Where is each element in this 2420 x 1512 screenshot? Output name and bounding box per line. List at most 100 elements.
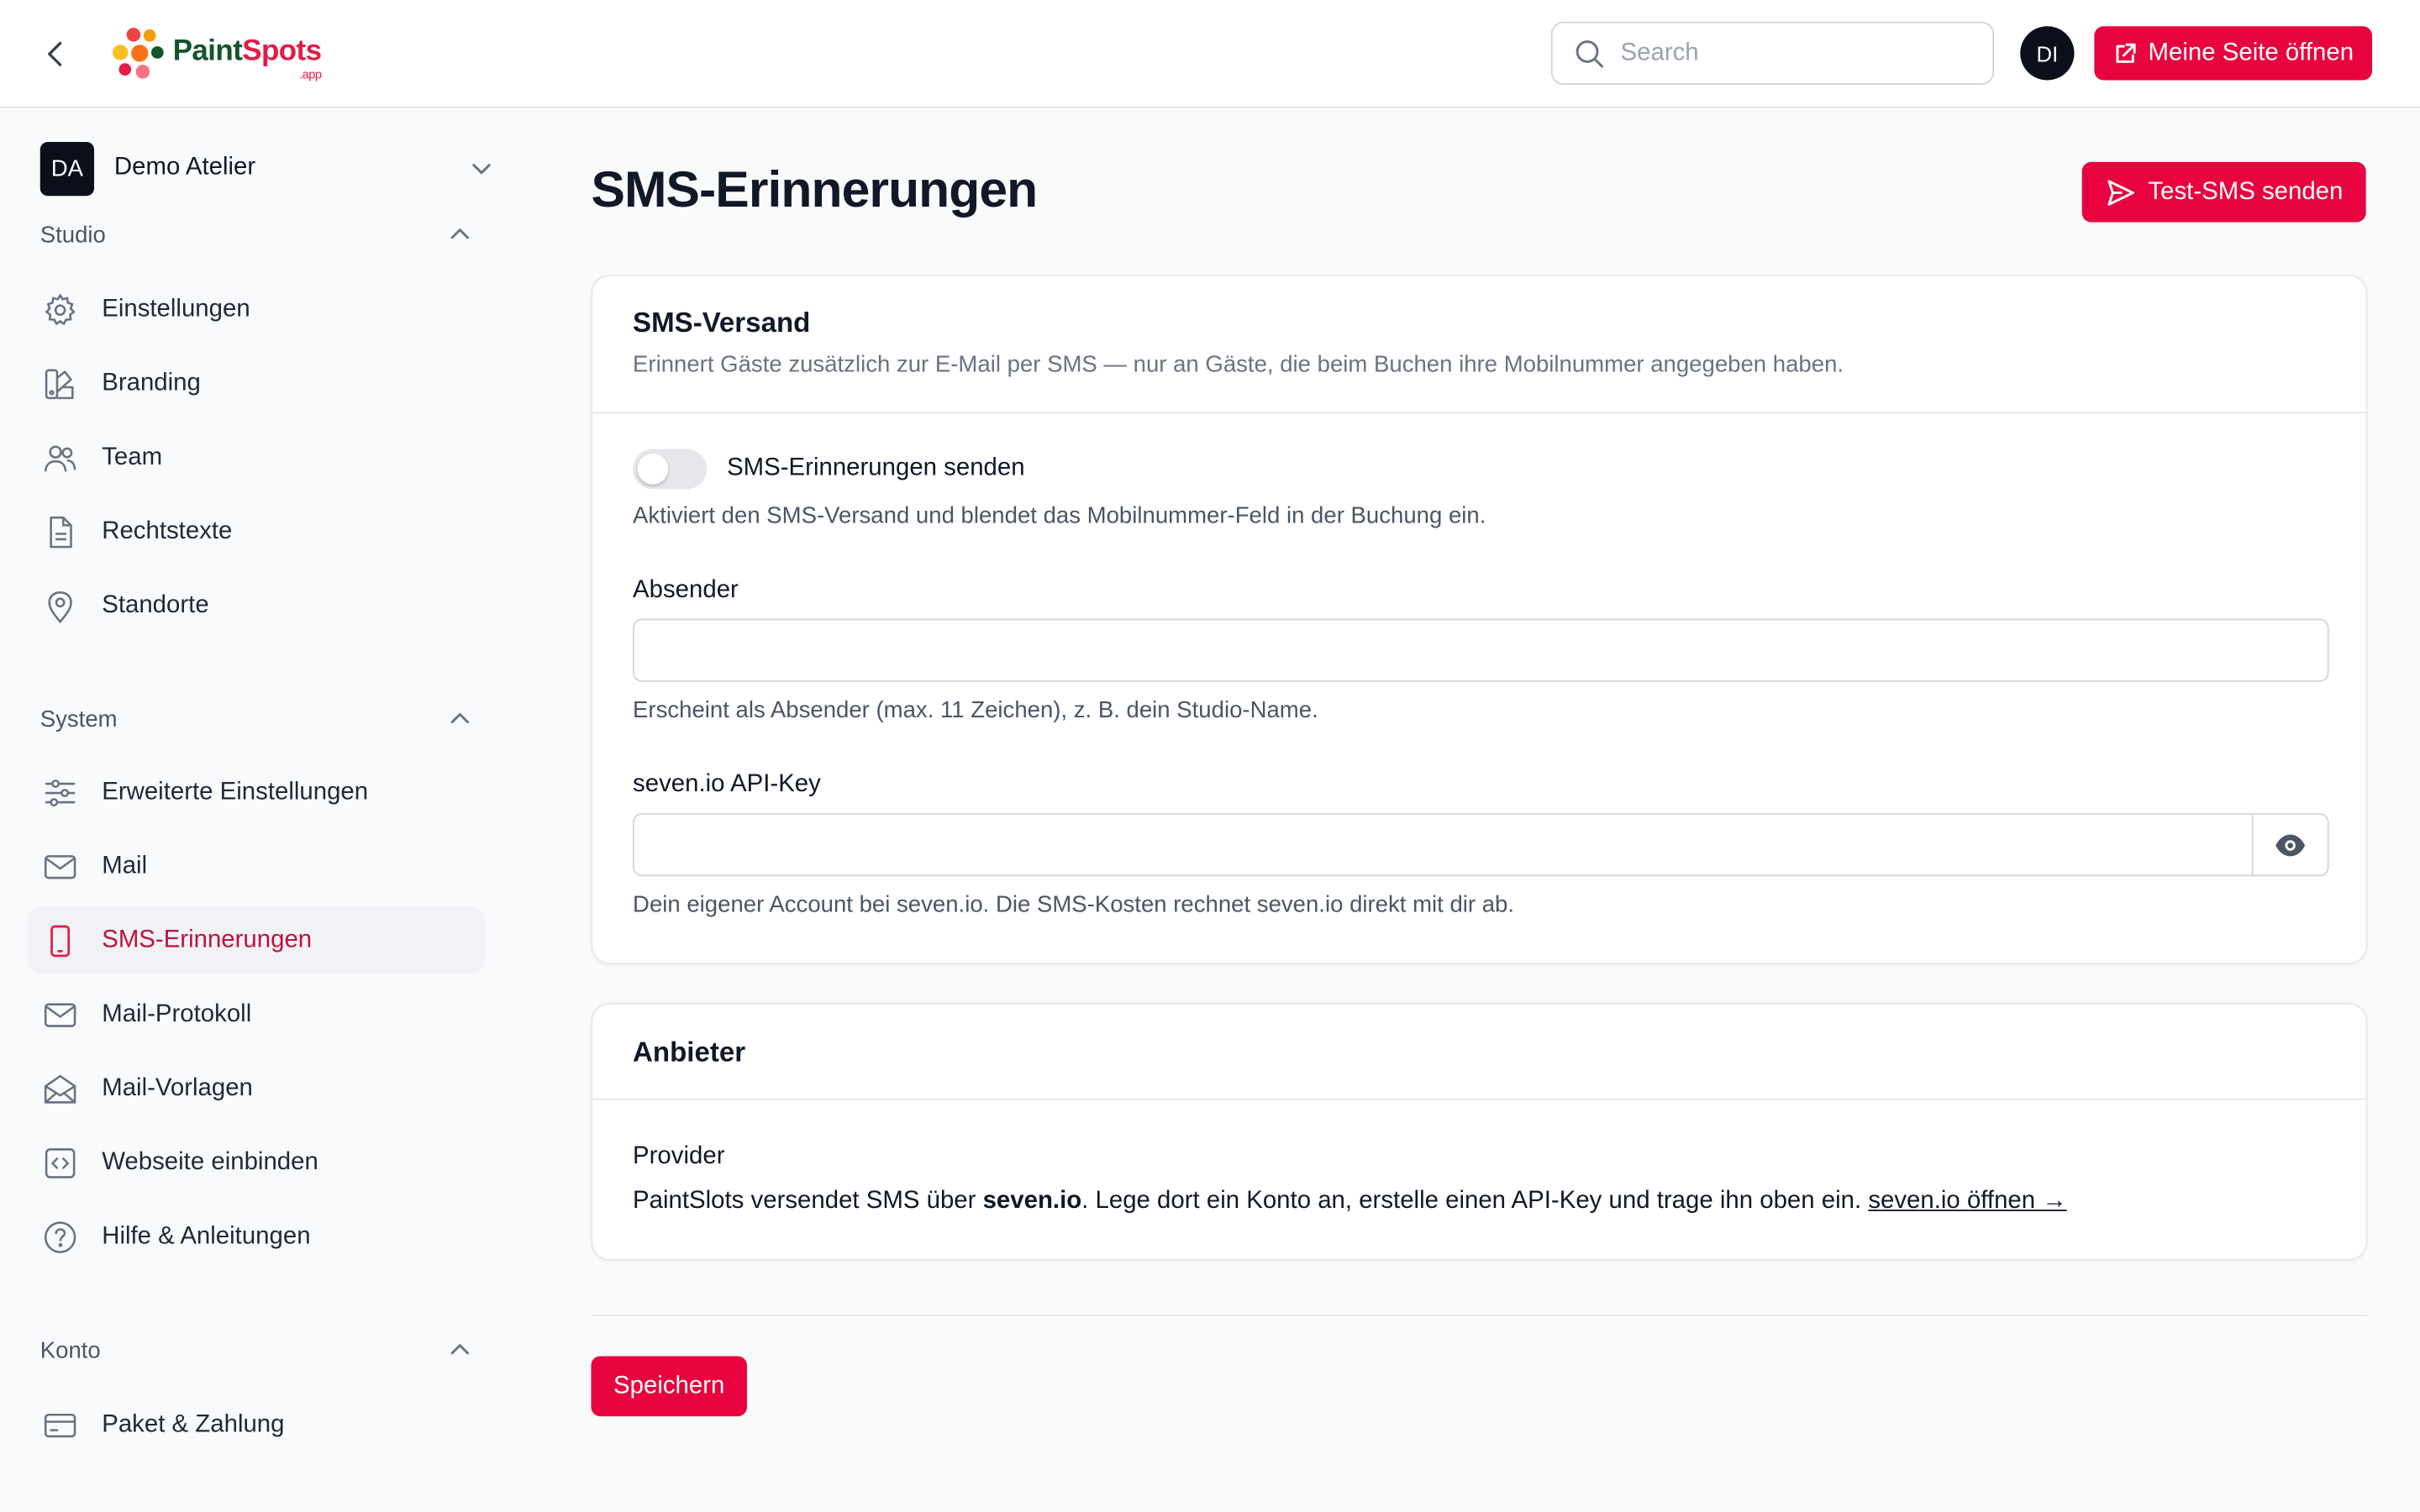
page-title: SMS-Erinnerungen [591,160,1038,218]
provider-text-after: . Lege dort ein Konto an, erstelle einen… [1081,1188,1869,1215]
sidebar-item-label: Mail-Protokoll [102,1000,252,1027]
provider-card: Anbieter Provider PaintSlots versendet S… [591,1002,2368,1261]
section-studio-header[interactable]: Studio [40,218,472,251]
back-button[interactable] [37,35,74,72]
provider-text-before: PaintSlots versendet SMS über [633,1188,983,1215]
top-bar: PaintSpots .app DI Meine Seite öffnen [0,0,2420,108]
sidebar-item-rechtstexte[interactable]: Rechtstexte [28,498,485,564]
sidebar-item-label: Erweiterte Einstellungen [102,778,369,805]
logo-text-spots: Spots [242,35,322,68]
search-input[interactable] [1620,39,1960,67]
sidebar-item-label: Team [102,444,163,470]
test-sms-label: Test-SMS senden [2148,178,2344,205]
provider-description: PaintSlots versendet SMS über seven.io. … [633,1188,2067,1215]
sidebar-item-label: Standorte [102,591,209,618]
sidebar-item-branding[interactable]: Branding [28,350,485,417]
sidebar-item-label: SMS-Erinnerungen [102,926,313,953]
sms-toggle-help: Aktiviert den SMS-Versand und blendet da… [633,502,1486,529]
provider-label: Provider [633,1142,725,1170]
sidebar-item-label: Mail-Vorlagen [102,1074,253,1101]
sidebar-item-webseite-einbinden[interactable]: Webseite einbinden [28,1129,485,1195]
sidebar-item-mail-vorlagen[interactable]: Mail-Vorlagen [28,1055,485,1121]
sidebar: DA Demo Atelier Studio Einstellungen Bra… [0,109,524,1512]
open-seven-io-link[interactable]: seven.io öffnen → [1868,1188,2066,1214]
logo-suffix: .app [299,67,322,82]
studio-switcher[interactable]: DA Demo Atelier [39,140,503,196]
api-key-label: seven.io API-Key [633,771,821,798]
logo-text-paint: Paint [172,35,243,68]
phone-icon [40,921,81,961]
palette-icon [40,364,81,404]
sms-card-header: SMS-Versand Erinnert Gäste zusätzlich zu… [592,276,2366,414]
sender-help: Erscheint als Absender (max. 11 Zeichen)… [633,697,1318,724]
question-circle-icon [40,1216,81,1257]
provider-name: seven.io [982,1188,1082,1215]
sms-reminders-toggle[interactable] [633,449,708,490]
sidebar-item-label: Webseite einbinden [102,1148,318,1175]
section-system-header[interactable]: System [40,702,472,736]
envelope-icon [40,995,81,1035]
app-root: PaintSpots .app DI Meine Seite öffnen DA… [0,0,2420,1512]
chevron-up-icon [450,228,469,239]
api-key-help: Dein eigener Account bei seven.io. Die S… [633,891,1515,918]
sidebar-item-sms-erinnerungen[interactable]: SMS-Erinnerungen [28,906,485,974]
sidebar-item-einstellungen[interactable]: Einstellungen [28,276,485,343]
open-my-page-button[interactable]: Meine Seite öffnen [2094,26,2373,81]
logo-mark-icon [108,26,167,79]
studio-avatar: DA [39,141,95,196]
map-pin-icon [40,585,81,626]
section-konto-header[interactable]: Konto [40,1333,472,1367]
sender-input[interactable] [633,618,2329,682]
sidebar-item-label: Rechtstexte [102,517,233,544]
logo-text: PaintSpots .app [172,35,322,81]
sidebar-item-mail[interactable]: Mail [28,833,485,900]
test-sms-button[interactable]: Test-SMS senden [2081,161,2366,223]
sliders-icon [40,772,81,812]
chevron-down-icon [472,164,491,175]
chevron-up-icon [450,1344,469,1355]
sidebar-item-label: Branding [102,369,201,396]
user-avatar[interactable]: DI [2020,26,2075,81]
search-icon [1576,39,1603,67]
provider-card-title: Anbieter [633,1037,746,1068]
document-icon [40,512,81,552]
credit-card-icon [40,1404,81,1445]
sidebar-item-mail-protokoll[interactable]: Mail-Protokoll [28,981,485,1047]
section-studio-label: Studio [39,221,106,248]
sidebar-item-paket-zahlung[interactable]: Paket & Zahlung [28,1392,485,1458]
sms-toggle-label: SMS-Erinnerungen senden [727,454,1025,482]
send-icon [2107,179,2134,205]
sidebar-item-label: Einstellungen [102,295,250,322]
api-key-input[interactable] [633,812,2329,877]
sms-settings-card: SMS-Versand Erinnert Gäste zusätzlich zu… [591,274,2368,964]
chevron-left-icon [48,41,62,66]
eye-icon [2275,833,2306,856]
sidebar-item-team[interactable]: Team [28,424,485,491]
open-my-page-label: Meine Seite öffnen [2148,39,2354,66]
code-icon [40,1142,81,1183]
sidebar-item-erweiterte-einstellungen[interactable]: Erweiterte Einstellungen [28,759,485,826]
footer-divider [591,1314,2368,1316]
search-box[interactable] [1550,21,1995,86]
envelope-icon [40,846,81,886]
save-button[interactable]: Speichern [591,1356,747,1417]
sidebar-item-hilfe[interactable]: Hilfe & Anleitungen [28,1204,485,1270]
logo[interactable]: PaintSpots .app [108,24,322,81]
provider-card-header: Anbieter [592,1005,2366,1100]
sms-card-title: SMS-Versand [633,307,811,339]
sidebar-item-standorte[interactable]: Standorte [28,572,485,638]
section-konto-label: Konto [39,1336,101,1363]
users-icon [40,438,81,478]
sidebar-item-label: Paket & Zahlung [102,1410,285,1437]
section-system-label: System [39,706,118,732]
chevron-up-icon [450,712,469,724]
gear-icon [40,289,81,329]
toggle-api-key-visibility-button[interactable] [2251,812,2328,877]
sidebar-item-label: Mail [102,852,148,879]
sender-label: Absender [633,576,739,604]
envelope-open-icon [40,1068,81,1109]
studio-name: Demo Atelier [113,154,256,181]
sidebar-item-label: Hilfe & Anleitungen [102,1222,311,1249]
sms-card-description: Erinnert Gäste zusätzlich zur E-Mail per… [633,351,1844,378]
external-link-icon [2116,42,2136,63]
